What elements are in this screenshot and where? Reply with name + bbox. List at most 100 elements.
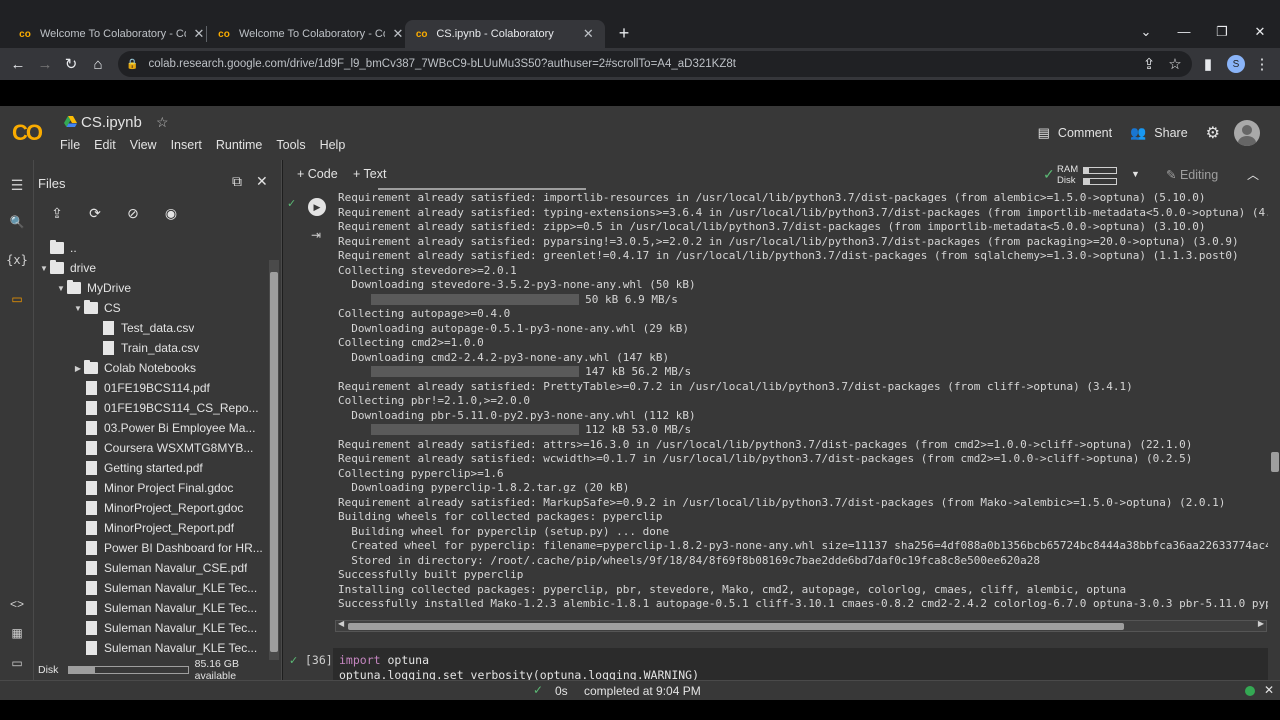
- caret-down-icon[interactable]: ▼: [55, 284, 67, 293]
- tab-close-icon[interactable]: ✕: [391, 26, 405, 42]
- browser-tab-active[interactable]: co CS.ipynb - Colaboratory ✕: [405, 20, 605, 48]
- ram-disk-indicator[interactable]: ✓ RAM Disk ▼: [1043, 163, 1155, 187]
- tree-folder[interactable]: ▼ drive: [34, 258, 266, 278]
- bookmark-star-icon[interactable]: ☆: [1165, 54, 1185, 74]
- tree-file[interactable]: 01FE19BCS114_CS_Repo...: [34, 398, 266, 418]
- chevron-down-icon[interactable]: ▼: [1131, 169, 1140, 179]
- file-icon: [103, 321, 114, 335]
- tree-file[interactable]: Train_data.csv: [34, 338, 266, 358]
- settings-gear-icon[interactable]: ⚙: [1206, 123, 1220, 143]
- output-actions-icon[interactable]: ⇥: [311, 228, 321, 242]
- code-snippets-icon[interactable]: <>: [0, 597, 34, 611]
- share-page-icon[interactable]: ⇪: [1139, 54, 1159, 74]
- notebook-title[interactable]: CS.ipynb: [81, 114, 142, 131]
- tab-search-icon[interactable]: ⌄: [1136, 24, 1156, 40]
- horizontal-scroll-thumb[interactable]: [348, 623, 1124, 630]
- tree-folder[interactable]: ▶ Colab Notebooks: [34, 358, 266, 378]
- close-status-icon[interactable]: ✕: [1264, 683, 1274, 697]
- minimize-icon[interactable]: —: [1174, 24, 1194, 39]
- files-scrollbar-thumb[interactable]: [270, 272, 278, 652]
- table-of-contents-icon[interactable]: ☰: [0, 177, 34, 194]
- tree-file[interactable]: 01FE19BCS114.pdf: [34, 378, 266, 398]
- search-icon[interactable]: 🔍: [0, 215, 34, 229]
- tree-folder[interactable]: ▼ CS: [34, 298, 266, 318]
- tree-item-label: Suleman Navalur_KLE Tec...: [104, 641, 258, 655]
- tree-file[interactable]: 03.Power Bi Employee Ma...: [34, 418, 266, 438]
- add-code-button[interactable]: + Code: [297, 167, 338, 181]
- scroll-left-icon[interactable]: ◀: [338, 619, 344, 628]
- caret-down-icon[interactable]: ▼: [72, 304, 84, 313]
- tree-file[interactable]: Suleman Navalur_KLE Tec...: [34, 638, 266, 658]
- caret-down-icon[interactable]: ▼: [38, 264, 50, 273]
- menu-view[interactable]: View: [130, 138, 157, 152]
- tree-file[interactable]: Suleman Navalur_KLE Tec...: [34, 618, 266, 638]
- notebook-scroll-thumb[interactable]: [1271, 452, 1279, 472]
- caret-right-icon[interactable]: ▶: [72, 364, 84, 373]
- close-panel-icon[interactable]: ✕: [256, 173, 268, 190]
- output-horizontal-scrollbar[interactable]: ◀ ▶: [335, 619, 1267, 632]
- menu-tools[interactable]: Tools: [276, 138, 305, 152]
- home-icon[interactable]: ⌂: [88, 54, 108, 74]
- colab-logo[interactable]: CO: [12, 120, 43, 146]
- variables-icon[interactable]: {x}: [0, 253, 34, 267]
- file-icon: [86, 381, 97, 395]
- maximize-icon[interactable]: ❐: [1212, 24, 1232, 40]
- tree-file[interactable]: Suleman Navalur_KLE Tec...: [34, 598, 266, 618]
- output-line-text: Requirement already satisfied: zipp>=0.5…: [338, 220, 1206, 233]
- close-window-icon[interactable]: ✕: [1250, 24, 1270, 40]
- tree-file[interactable]: MinorProject_Report.pdf: [34, 518, 266, 538]
- open-in-tab-icon[interactable]: ⧉: [232, 173, 242, 190]
- star-icon[interactable]: ☆: [156, 114, 169, 131]
- back-icon[interactable]: ←: [8, 54, 28, 74]
- tree-file[interactable]: Minor Project Final.gdoc: [34, 478, 266, 498]
- reload-icon[interactable]: ↻: [61, 54, 81, 74]
- comment-button[interactable]: ▤ Comment: [1038, 125, 1112, 141]
- user-avatar[interactable]: [1234, 120, 1260, 146]
- new-tab-icon[interactable]: +: [614, 23, 634, 44]
- menu-insert[interactable]: Insert: [171, 138, 202, 152]
- url-field[interactable]: 🔒 colab.research.google.com/drive/1d9F_l…: [118, 51, 1192, 77]
- tab-close-icon[interactable]: ✕: [192, 26, 206, 42]
- tree-file[interactable]: Power BI Dashboard for HR...: [34, 538, 266, 558]
- browser-menu-icon[interactable]: ⋮: [1252, 54, 1272, 74]
- scroll-right-icon[interactable]: ▶: [1258, 619, 1264, 628]
- tab-close-icon[interactable]: ✕: [582, 26, 595, 42]
- output-line-text: Requirement already satisfied: MarkupSaf…: [338, 495, 1226, 509]
- side-panel-icon[interactable]: ▮: [1198, 54, 1218, 74]
- browser-tab-1[interactable]: co Welcome To Colaboratory - Colab ✕: [8, 20, 216, 48]
- address-bar: ← → ↻ ⌂ 🔒 colab.research.google.com/driv…: [0, 48, 1280, 80]
- profile-avatar[interactable]: S: [1227, 55, 1245, 73]
- run-cell-button[interactable]: ▶: [308, 198, 326, 216]
- unmount-drive-icon[interactable]: ⊘: [124, 205, 142, 222]
- tree-file[interactable]: Getting started.pdf: [34, 458, 266, 478]
- tree-file[interactable]: Test_data.csv: [34, 318, 266, 338]
- share-button[interactable]: 👥 Share: [1130, 125, 1188, 141]
- file-icon: [86, 601, 97, 615]
- tree-file[interactable]: Coursera WSXMTG8MYB...: [34, 438, 266, 458]
- tree-file[interactable]: MinorProject_Report.gdoc: [34, 498, 266, 518]
- code-editor[interactable]: import optuna optuna.logging.set_verbosi…: [333, 648, 1268, 680]
- menu-edit[interactable]: Edit: [94, 138, 116, 152]
- menu-file[interactable]: File: [60, 138, 80, 152]
- file-icon: [86, 421, 97, 435]
- tree-file[interactable]: Suleman Navalur_CSE.pdf: [34, 558, 266, 578]
- upload-icon[interactable]: ⇪: [48, 205, 66, 222]
- chevron-up-icon[interactable]: ︿: [1247, 166, 1259, 183]
- code-cell-2[interactable]: ✓ [36] import optuna optuna.logging.set_…: [283, 648, 1280, 680]
- editing-button[interactable]: ✎ Editing: [1166, 167, 1218, 182]
- hide-files-icon[interactable]: ◉: [162, 205, 180, 222]
- tree-folder[interactable]: ▼ MyDrive: [34, 278, 266, 298]
- forward-icon[interactable]: →: [35, 54, 55, 74]
- add-text-button[interactable]: + Text: [353, 167, 386, 181]
- folder-icon[interactable]: ▭: [0, 292, 34, 306]
- command-palette-icon[interactable]: ▦: [0, 626, 34, 640]
- output-line: Building wheels for collected packages: …: [338, 510, 1268, 525]
- menu-help[interactable]: Help: [320, 138, 346, 152]
- menu-runtime[interactable]: Runtime: [216, 138, 263, 152]
- browser-tab-2[interactable]: co Welcome To Colaboratory - Colab ✕: [207, 20, 415, 48]
- output-line: Downloading pbr-5.11.0-py2.py3-none-any.…: [338, 409, 1268, 424]
- tree-file[interactable]: Suleman Navalur_KLE Tec...: [34, 578, 266, 598]
- tree-parent-folder[interactable]: ..: [34, 238, 266, 258]
- refresh-folder-icon[interactable]: ⟳: [86, 205, 104, 222]
- terminal-icon[interactable]: ▭: [0, 656, 34, 670]
